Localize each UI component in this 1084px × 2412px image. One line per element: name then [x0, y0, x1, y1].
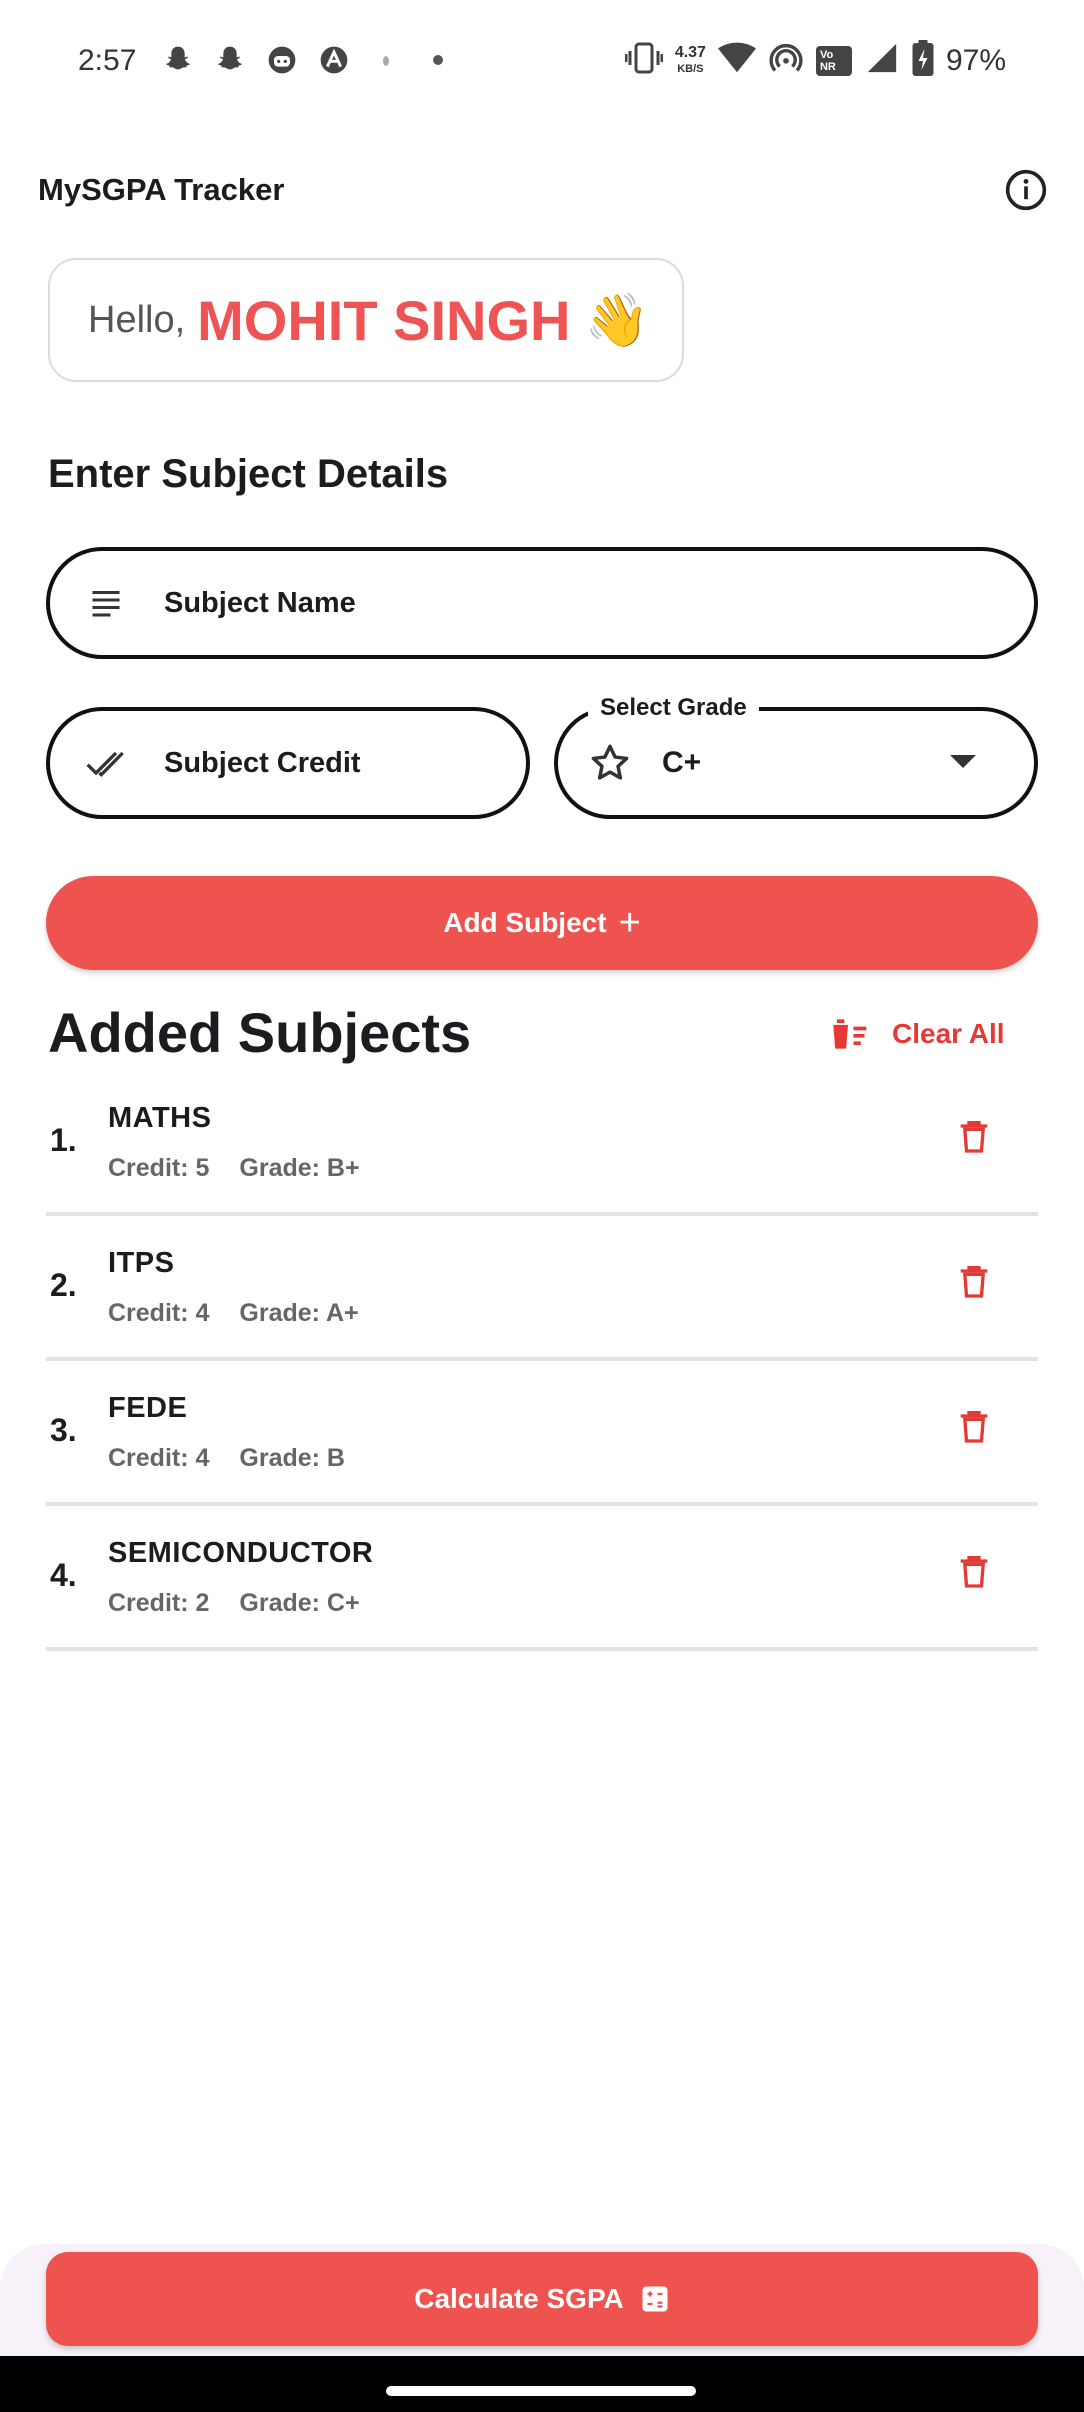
delete-button[interactable]: [954, 1404, 998, 1452]
trash-icon: [960, 1121, 988, 1153]
subject-meta: Credit: 4 Grade: A+: [108, 1299, 359, 1328]
info-button[interactable]: [1004, 168, 1048, 212]
greeting-hello: Hello,: [88, 298, 186, 341]
delete-button[interactable]: [954, 1114, 998, 1162]
subject-name: MATHS: [108, 1102, 212, 1134]
subject-meta: Credit: 4 Grade: B: [108, 1444, 345, 1473]
vibrate-icon: [624, 41, 664, 80]
subject-grade: Grade: B: [239, 1444, 345, 1472]
subject-name: ITPS: [108, 1247, 175, 1279]
clear-all-button[interactable]: Clear All: [826, 1012, 1005, 1056]
wave-emoji: 👋: [584, 291, 650, 350]
done-all-icon: [84, 741, 128, 785]
subject-meta: Credit: 2 Grade: C+: [108, 1589, 360, 1618]
notes-icon: [84, 581, 128, 625]
info-icon: [1005, 169, 1047, 211]
subject-credit: Credit: 2: [108, 1589, 210, 1617]
battery-charging-icon: [912, 40, 934, 81]
row-number: 2.: [50, 1267, 77, 1303]
add-subject-label: Add Subject: [443, 907, 607, 938]
notification-icons: [160, 42, 456, 78]
subject-grade: Grade: B+: [239, 1154, 360, 1182]
subject-name: FEDE: [108, 1392, 188, 1424]
clear-all-label: Clear All: [892, 1018, 1005, 1049]
subject-meta: Credit: 5 Grade: B+: [108, 1154, 360, 1183]
volte-icon: Vo NR: [815, 45, 852, 76]
row-number: 1.: [50, 1122, 77, 1158]
subject-grade: Grade: C+: [239, 1589, 360, 1617]
calculator-icon: [642, 2286, 668, 2312]
subject-grade: Grade: A+: [239, 1299, 359, 1327]
bot-face-icon: [264, 42, 300, 78]
home-gesture-handle[interactable]: [386, 2386, 696, 2396]
section-title: Enter Subject Details: [48, 452, 449, 496]
app-title: MySGPA Tracker: [38, 172, 285, 207]
subject-credit: Credit: 4: [108, 1444, 210, 1472]
calculate-sgpa-label: Calculate SGPA: [414, 2283, 624, 2314]
subject-name-field[interactable]: Subject Name: [46, 547, 1038, 659]
battery-percent: 97%: [945, 43, 1006, 77]
subject-credit-placeholder: Subject Credit: [164, 746, 361, 779]
subject-row: 3. FEDE Credit: 4 Grade: B: [46, 1360, 1038, 1506]
grade-selected-value: C+: [662, 746, 702, 779]
subject-name-placeholder: Subject Name: [164, 586, 356, 619]
row-number: 3.: [50, 1412, 77, 1448]
snapchat-icon: [212, 42, 248, 78]
arc-a-icon: [316, 42, 352, 78]
system-nav-bar: [0, 2356, 1084, 2412]
subject-row: 4. SEMICONDUCTOR Credit: 2 Grade: C+: [46, 1505, 1038, 1651]
snapchat-icon: [160, 42, 196, 78]
delete-button[interactable]: [954, 1259, 998, 1307]
status-bar: 2:57 4.37 KB/S Vo NR 97%: [0, 0, 1084, 128]
dot-icon: [420, 42, 456, 78]
delete-sweep-icon: [831, 1019, 867, 1049]
trash-icon: [960, 1266, 988, 1298]
greeting-card: Hello, MOHIT SINGH 👋: [48, 258, 684, 382]
subject-credit-field[interactable]: Subject Credit: [46, 707, 530, 819]
status-time: 2:57: [78, 44, 137, 77]
trash-icon: [960, 1556, 988, 1588]
trash-icon: [960, 1411, 988, 1443]
user-name: MOHIT SINGH: [197, 288, 571, 352]
added-subjects-title: Added Subjects: [48, 1001, 472, 1064]
dropdown-arrow-icon: [950, 755, 976, 768]
subject-credit: Credit: 5: [108, 1154, 210, 1182]
calculate-sgpa-button[interactable]: Calculate SGPA: [46, 2252, 1038, 2346]
subject-name: SEMICONDUCTOR: [108, 1537, 374, 1569]
network-speed: 4.37 KB/S: [674, 43, 706, 75]
plus-icon: +: [618, 902, 641, 944]
wifi-icon: [717, 41, 756, 80]
hotspot-icon: [768, 41, 804, 80]
delete-button[interactable]: [954, 1549, 998, 1597]
grade-select[interactable]: C+: [554, 707, 1038, 819]
add-subject-button[interactable]: Add Subject +: [46, 876, 1038, 970]
signal-icon: [864, 41, 900, 80]
grade-label: Select Grade: [588, 694, 759, 722]
row-number: 4.: [50, 1557, 77, 1593]
bug-icon: [368, 42, 404, 78]
subject-credit: Credit: 4: [108, 1299, 210, 1327]
subject-row: 1. MATHS Credit: 5 Grade: B+: [46, 1070, 1038, 1216]
status-indicators: 4.37 KB/S Vo NR 97%: [624, 40, 1006, 81]
subject-row: 2. ITPS Credit: 4 Grade: A+: [46, 1215, 1038, 1361]
star-outline-icon: [588, 741, 632, 785]
